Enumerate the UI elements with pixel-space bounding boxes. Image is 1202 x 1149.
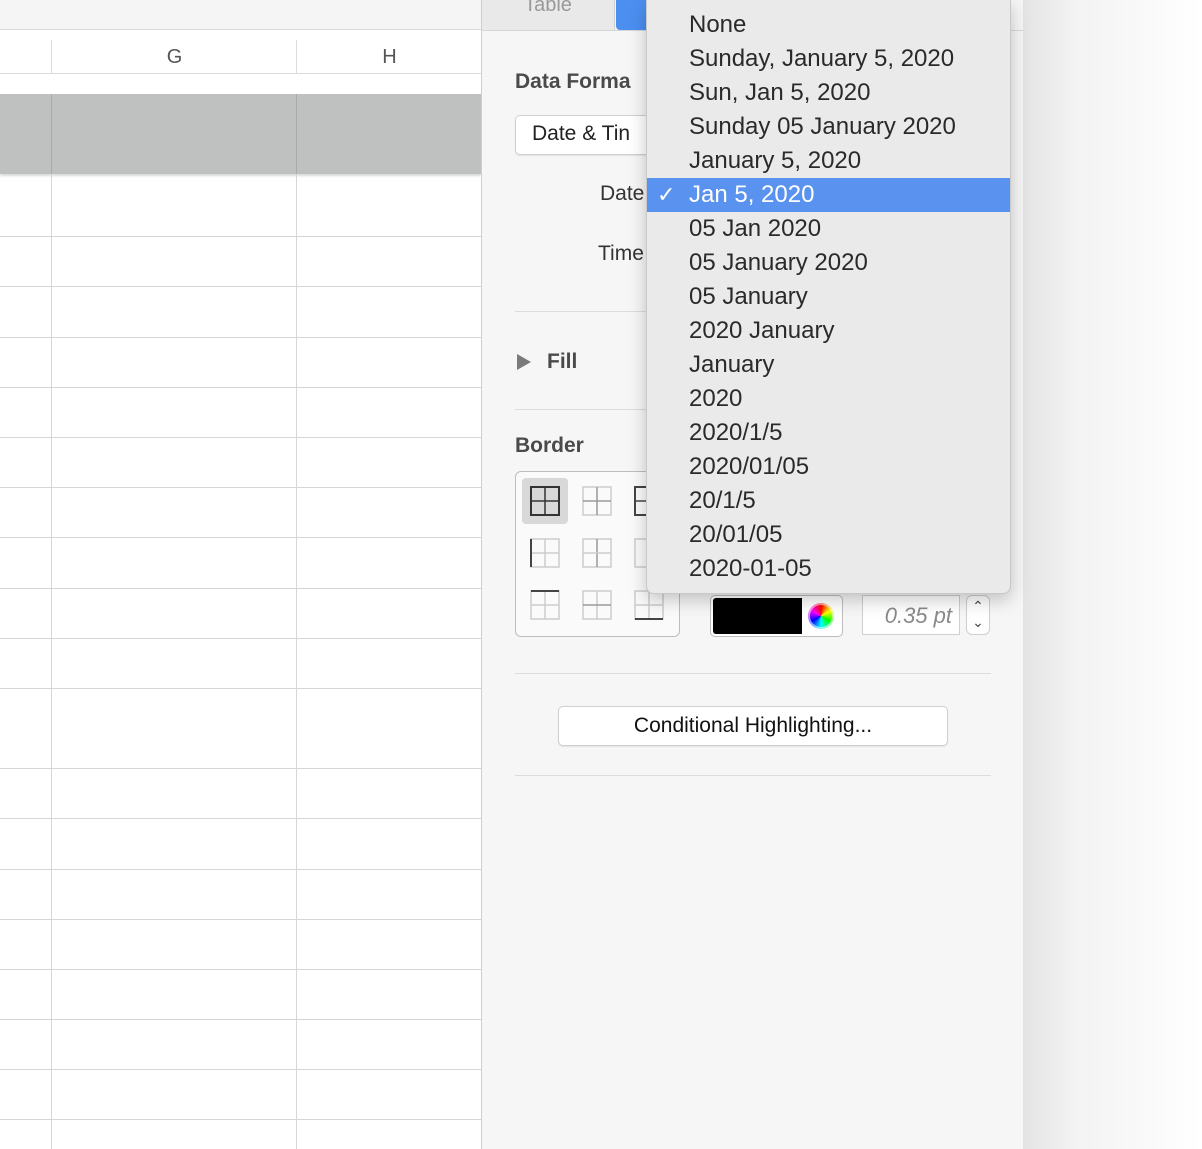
date-format-option[interactable]: 2020 bbox=[647, 382, 1010, 416]
color-wheel-icon[interactable] bbox=[808, 603, 834, 629]
date-format-option-label: None bbox=[689, 11, 747, 38]
date-format-option-label: 2020 January bbox=[689, 317, 835, 344]
grid-row-line bbox=[0, 919, 481, 920]
grid-row-line bbox=[0, 818, 481, 819]
grid-row-line bbox=[0, 768, 481, 769]
date-format-option[interactable]: 2020 January bbox=[647, 314, 1010, 348]
date-format-option[interactable]: Sun, Jan 5, 2020 bbox=[647, 76, 1010, 110]
date-format-menu: None Sunday, January 5, 2020 Sun, Jan 5, 2… bbox=[646, 0, 1011, 594]
border-width-stepper[interactable]: ⌃ ⌄ bbox=[966, 595, 990, 635]
table-header-row[interactable] bbox=[0, 94, 481, 174]
border-color-swatch[interactable] bbox=[713, 598, 802, 634]
grid-row-line bbox=[0, 588, 481, 589]
date-format-option[interactable]: 05 Jan 2020 bbox=[647, 212, 1010, 246]
top-border-icon[interactable] bbox=[522, 582, 568, 628]
date-format-option-label: 05 January 2020 bbox=[689, 249, 868, 276]
window-shadow bbox=[1023, 0, 1202, 1149]
grid-row-line bbox=[0, 286, 481, 287]
date-format-option-label: 05 Jan 2020 bbox=[689, 215, 822, 242]
date-format-option-label: Jan 5, 2020 bbox=[689, 181, 815, 208]
grid-row-line bbox=[0, 387, 481, 388]
date-format-option-label: 2020/01/05 bbox=[689, 453, 810, 480]
grid-row-line bbox=[0, 638, 481, 639]
grid-row-line bbox=[0, 969, 481, 970]
date-format-option[interactable]: ✓ Jan 5, 2020 bbox=[647, 178, 1010, 212]
date-label: Date bbox=[600, 182, 645, 205]
grid-row-line bbox=[0, 537, 481, 538]
date-format-option[interactable]: 2020/01/05 bbox=[647, 450, 1010, 484]
header-cell[interactable] bbox=[51, 94, 297, 174]
date-format-option-label: 2020-01-05 bbox=[689, 555, 812, 582]
date-format-option[interactable]: 20/1/5 bbox=[647, 484, 1010, 518]
time-label: Time bbox=[598, 242, 644, 265]
date-format-option[interactable]: Sunday 05 January 2020 bbox=[647, 110, 1010, 144]
border-width-field[interactable]: 0.35 pt bbox=[862, 595, 960, 635]
data-format-title: Data Forma bbox=[515, 70, 631, 93]
grid-row-line bbox=[0, 437, 481, 438]
date-format-option[interactable]: January bbox=[647, 348, 1010, 382]
stepper-up-icon[interactable]: ⌃ bbox=[967, 598, 989, 615]
inner-vertical-border-icon[interactable] bbox=[574, 530, 620, 576]
date-format-option-label: 2020/1/5 bbox=[689, 419, 783, 446]
tab-table[interactable]: Table bbox=[482, 0, 615, 30]
grid-row-line bbox=[0, 487, 481, 488]
grid-column-line bbox=[51, 174, 52, 1149]
checkmark-icon: ✓ bbox=[657, 182, 676, 207]
grid-row-line bbox=[0, 1019, 481, 1020]
grid-row-line bbox=[0, 688, 481, 689]
date-format-option-label: Sunday, January 5, 2020 bbox=[689, 45, 955, 72]
fill-section-label[interactable]: Fill bbox=[547, 350, 577, 374]
border-title: Border bbox=[515, 434, 584, 457]
grid-row-line bbox=[0, 1069, 481, 1070]
date-format-option[interactable]: January 5, 2020 bbox=[647, 144, 1010, 178]
header-cell[interactable] bbox=[296, 94, 481, 174]
grid-row-line bbox=[0, 869, 481, 870]
date-format-option-label: 2020 bbox=[689, 385, 743, 412]
border-color-well[interactable] bbox=[710, 595, 843, 637]
date-format-option[interactable]: 2020-01-05 bbox=[647, 552, 1010, 586]
grid-row-line bbox=[0, 1119, 481, 1120]
date-format-option-label: January bbox=[689, 351, 775, 378]
conditional-highlighting-button[interactable]: Conditional Highlighting... bbox=[558, 706, 948, 746]
stepper-down-icon[interactable]: ⌄ bbox=[967, 614, 989, 631]
date-format-option-label: 20/01/05 bbox=[689, 521, 783, 548]
all-borders-icon[interactable] bbox=[522, 478, 568, 524]
date-format-option-label: Sunday 05 January 2020 bbox=[689, 113, 956, 140]
spreadsheet-canvas: G H bbox=[0, 0, 481, 1149]
inner-borders-icon[interactable] bbox=[574, 478, 620, 524]
date-format-option[interactable]: 20/01/05 bbox=[647, 518, 1010, 552]
grid-column-line bbox=[296, 174, 297, 1149]
data-format-popup[interactable]: Date & Tin bbox=[515, 115, 665, 155]
date-format-option[interactable]: 2020/1/5 bbox=[647, 416, 1010, 450]
left-border-icon[interactable] bbox=[522, 530, 568, 576]
sheet-top-strip bbox=[0, 0, 481, 30]
date-format-option[interactable]: None bbox=[647, 8, 1010, 42]
column-header-h[interactable]: H bbox=[296, 40, 481, 74]
date-format-option-label: Sun, Jan 5, 2020 bbox=[689, 79, 871, 106]
section-divider bbox=[515, 673, 991, 674]
fill-disclosure-icon[interactable] bbox=[517, 354, 531, 370]
date-format-option-label: January 5, 2020 bbox=[689, 147, 862, 174]
date-format-option-label: 05 January bbox=[689, 283, 808, 310]
date-format-option-label: 20/1/5 bbox=[689, 487, 756, 514]
column-header-f[interactable] bbox=[0, 40, 52, 74]
grid-row-line bbox=[0, 236, 481, 237]
date-format-option[interactable]: Sunday, January 5, 2020 bbox=[647, 42, 1010, 76]
column-header-bar: G H bbox=[0, 40, 481, 74]
column-header-g[interactable]: G bbox=[51, 40, 297, 74]
grid-row-line bbox=[0, 337, 481, 338]
inner-horizontal-border-icon[interactable] bbox=[574, 582, 620, 628]
date-format-option[interactable]: 05 January bbox=[647, 280, 1010, 314]
section-divider bbox=[515, 775, 991, 776]
date-format-option[interactable]: 05 January 2020 bbox=[647, 246, 1010, 280]
